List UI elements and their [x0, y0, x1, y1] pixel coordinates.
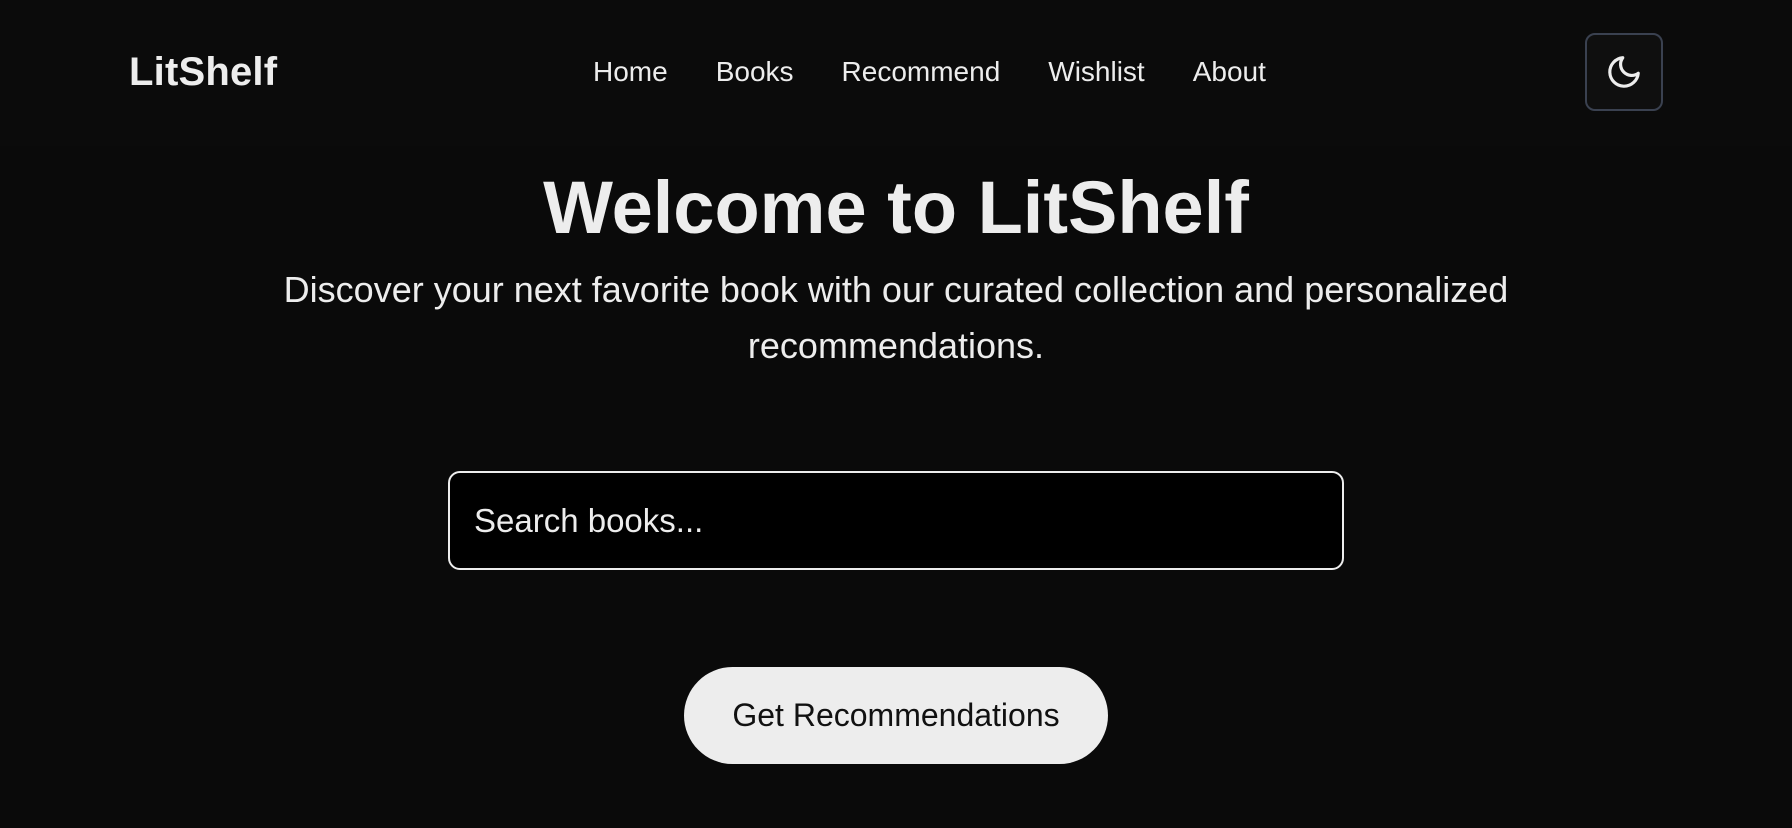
theme-toggle-button[interactable] — [1585, 33, 1663, 111]
search-input[interactable] — [448, 471, 1344, 570]
brand-logo[interactable]: LitShelf — [129, 48, 277, 96]
get-recommendations-button[interactable]: Get Recommendations — [684, 667, 1108, 764]
nav-link-home[interactable]: Home — [593, 54, 668, 90]
nav-link-about[interactable]: About — [1193, 54, 1266, 90]
moon-icon — [1608, 56, 1640, 88]
nav-link-wishlist[interactable]: Wishlist — [1048, 54, 1144, 90]
nav-link-recommend[interactable]: Recommend — [842, 54, 1001, 90]
navbar: LitShelf Home Books Recommend Wishlist A… — [0, 0, 1792, 146]
hero-subtitle: Discover your next favorite book with ou… — [283, 269, 1509, 366]
nav-links: Home Books Recommend Wishlist About — [593, 54, 1266, 90]
hero-title: Welcome to LitShelf — [543, 166, 1249, 249]
nav-link-books[interactable]: Books — [716, 54, 794, 90]
